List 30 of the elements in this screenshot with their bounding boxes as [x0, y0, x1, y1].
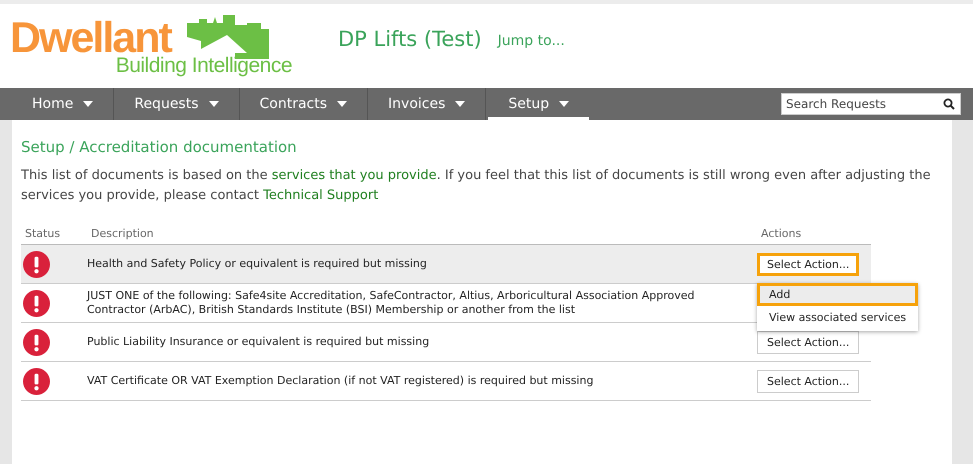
link[interactable]: Technical Support [263, 188, 378, 203]
caret-icon [208, 101, 219, 107]
caret-icon [83, 101, 94, 107]
select-action-button[interactable]: Select Action... [757, 330, 860, 354]
table-cell: Public Liability Insurance or equivalent is required but missing [87, 335, 430, 349]
warning-icon [23, 250, 50, 278]
site-title: DP Lifts (Test) [338, 27, 482, 51]
warning-icon [23, 368, 50, 394]
intro-text: This list of documents is based on the services that you provide. If you feel that this list of documents is still wrong even after adjusting the services you provide, please contact Technical Support [21, 167, 932, 205]
caret-icon [337, 101, 348, 107]
link[interactable]: services that you provide [272, 168, 437, 183]
select-action-button[interactable]: Select Action... [757, 252, 860, 276]
column-header: Description [90, 227, 155, 240]
caret-icon [559, 101, 570, 107]
warning-icon [23, 290, 50, 316]
select-action-button[interactable]: Select Action... [757, 370, 860, 392]
table-cell-text: JUST ONE of the following: Safe4site Accreditation, SafeContractor, Altius, Arboricultural Association Approved Contractor (ArbAC), British Standards Institute (BSI) Membership or another from the list [87, 289, 696, 317]
search-box[interactable]: Search Requests [781, 93, 961, 115]
table-cell: Health and Safety Policy or equivalent is required but missing [87, 257, 427, 271]
caret-icon [455, 101, 466, 107]
jump-link[interactable]: Jump to... [498, 33, 565, 49]
search-icon[interactable] [943, 98, 955, 110]
menu-item[interactable]: Add [757, 282, 918, 306]
breadcrumb: Setup / Accreditation documentation [21, 138, 298, 156]
table-cell: VAT Certificate OR VAT Exemption Declaration (if not VAT registered) is required but missing [87, 374, 594, 388]
warning-icon [23, 328, 50, 356]
menu-item[interactable]: View associated services [757, 306, 918, 328]
nav-tab[interactable]: Setup [488, 88, 590, 120]
column-header: Actions [760, 227, 802, 240]
column-header: Status [24, 227, 62, 240]
